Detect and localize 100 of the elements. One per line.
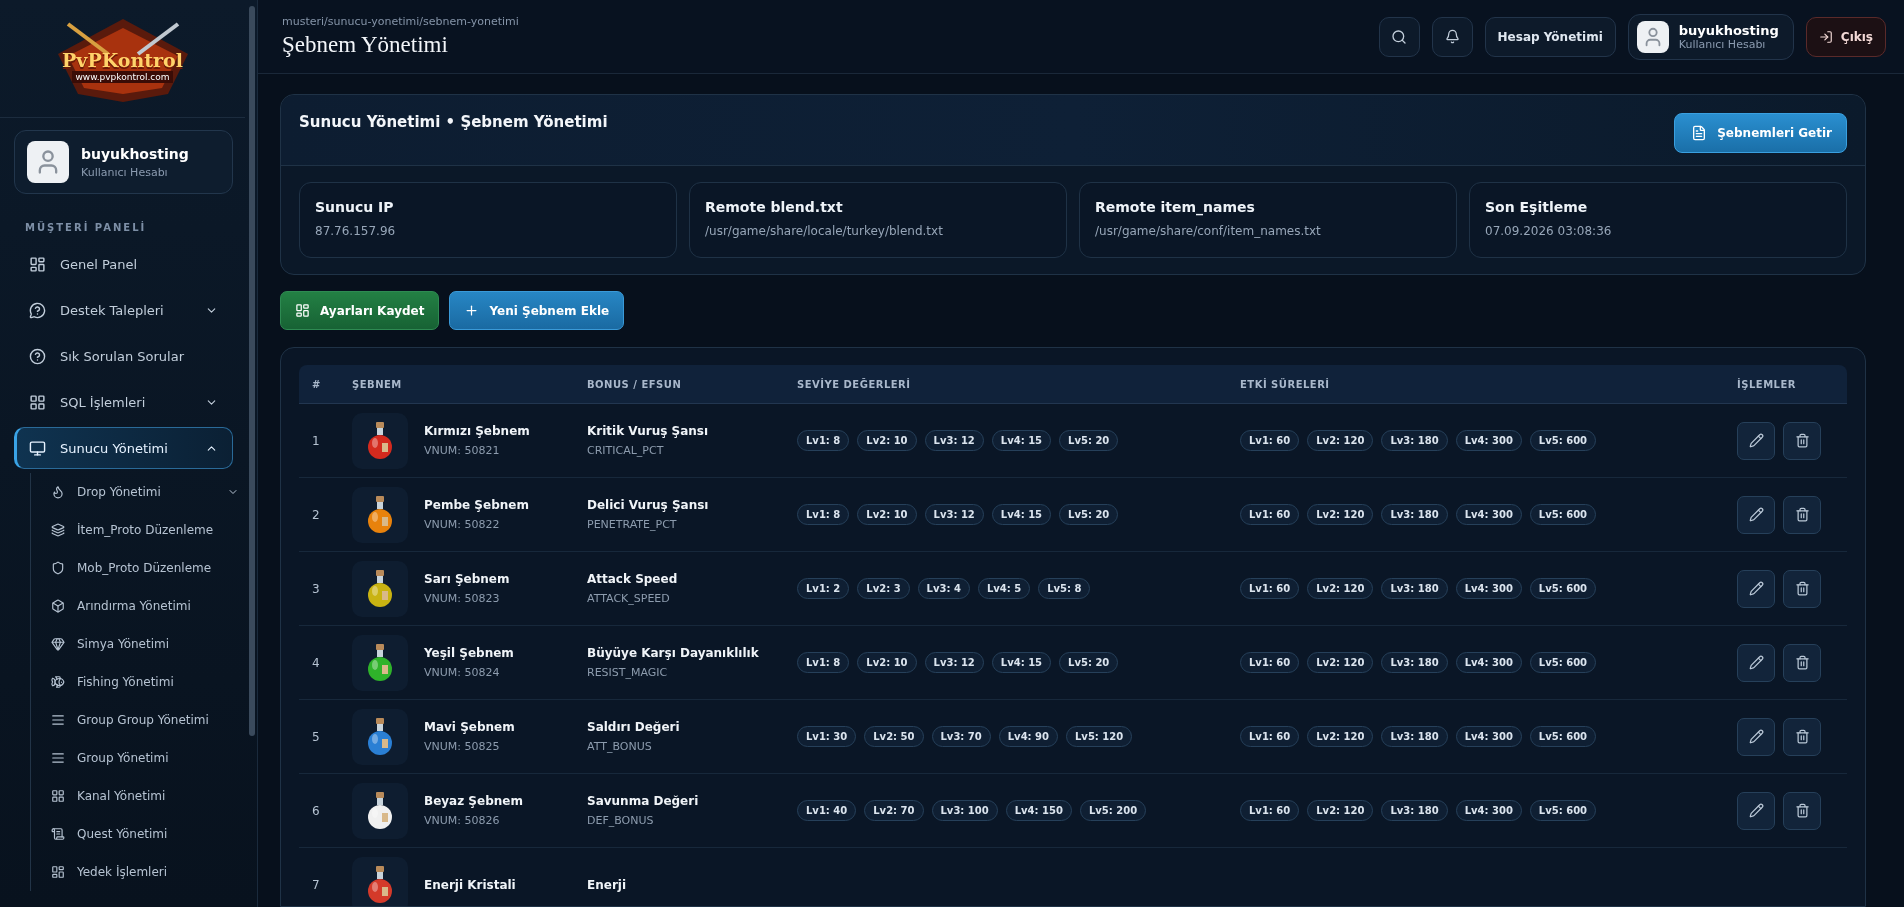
bonus-code: DEF_BONUS xyxy=(587,814,655,827)
level-value: Lv3: 12 xyxy=(924,430,984,451)
nav-item[interactable]: Sık Sorulan Sorular xyxy=(14,335,233,377)
bonus-name: Kritik Vuruş Şansı xyxy=(587,424,709,438)
flame-icon xyxy=(51,485,65,499)
column-header: SEVİYE DEĞERLERİ xyxy=(796,378,912,390)
fetch-button[interactable]: Şebnemleri Getir xyxy=(1674,113,1847,153)
edit-button[interactable] xyxy=(1737,569,1775,608)
list-icon xyxy=(51,751,65,765)
level-value: Lv4: 90 xyxy=(998,726,1058,747)
edit-button[interactable] xyxy=(1737,421,1775,460)
nav-subitem[interactable]: Kanal Yönetimi xyxy=(45,777,239,815)
item-vnum: VNUM: 50823 xyxy=(424,592,501,605)
search-button[interactable] xyxy=(1378,16,1420,57)
pencil-icon xyxy=(1748,655,1764,670)
info-label: Remote item_names xyxy=(1095,199,1256,215)
search-icon xyxy=(1391,28,1408,45)
delete-button[interactable] xyxy=(1783,791,1821,830)
row-number: 4 xyxy=(312,655,320,670)
logout-button[interactable]: Çıkış xyxy=(1805,16,1886,57)
delete-button[interactable] xyxy=(1783,569,1821,608)
nav-subitem[interactable]: Simya Yönetimi xyxy=(45,625,239,663)
question-bubble-icon xyxy=(29,301,46,319)
duration-value: Lv2: 120 xyxy=(1307,430,1374,451)
bell-icon xyxy=(1444,29,1460,44)
user-name: buyukhosting xyxy=(1678,22,1779,38)
edit-button[interactable] xyxy=(1737,495,1775,534)
scrollbar[interactable] xyxy=(249,6,255,736)
nav-subitem[interactable]: Mob_Proto Düzenleme xyxy=(45,549,239,587)
nav-subitem[interactable]: İtem_Proto Düzenleme xyxy=(45,511,239,549)
duration-value: Lv5: 600 xyxy=(1529,800,1597,821)
nav-item[interactable]: SQL İşlemleri xyxy=(14,381,233,423)
user-card[interactable]: buyukhosting Kullanıcı Hesabı xyxy=(1627,13,1794,60)
item-name: Pembe Şebnem xyxy=(424,498,529,512)
row-number: 2 xyxy=(312,507,320,522)
shield-icon xyxy=(51,561,65,575)
nav-subitem[interactable]: Group Yönetimi xyxy=(45,739,239,777)
item-name: Mavi Şebnem xyxy=(424,720,515,734)
level-value: Lv5: 20 xyxy=(1059,504,1119,525)
edit-button[interactable] xyxy=(1737,791,1775,830)
save-button[interactable]: Ayarları Kaydet xyxy=(280,291,440,330)
duration-value: Lv5: 600 xyxy=(1529,726,1597,747)
level-value: Lv4: 150 xyxy=(1005,800,1072,821)
info-value: 87.76.157.96 xyxy=(315,224,397,238)
duration-value: Lv4: 300 xyxy=(1455,578,1522,599)
row-number: 5 xyxy=(312,729,320,744)
level-value: Lv1: 2 xyxy=(797,578,850,599)
item-name: Sarı Şebnem xyxy=(424,572,510,586)
nav-item[interactable]: Destek Talepleri xyxy=(14,289,233,331)
level-value: Lv3: 70 xyxy=(931,726,991,747)
info-label: Son Eşitleme xyxy=(1485,199,1589,215)
nav-subitem[interactable]: Group Group Yönetimi xyxy=(45,701,239,739)
nav-item[interactable]: Genel Panel xyxy=(14,243,233,285)
nav-subitem[interactable]: Drop Yönetimi xyxy=(45,473,239,511)
pencil-icon xyxy=(1748,729,1764,744)
level-value: Lv2: 10 xyxy=(857,504,917,525)
pencil-icon xyxy=(1748,507,1764,522)
edit-button[interactable] xyxy=(1737,643,1775,682)
delete-button[interactable] xyxy=(1783,717,1821,756)
bonus-name: Büyüye Karşı Dayanıklılık xyxy=(587,646,759,660)
bonus-name: Saldırı Değeri xyxy=(587,720,680,734)
level-value: Lv4: 5 xyxy=(977,578,1031,599)
level-value: Lv5: 120 xyxy=(1066,726,1133,747)
bonus-name: Attack Speed xyxy=(587,572,678,586)
nav-subitem[interactable]: Quest Yönetimi xyxy=(45,815,239,853)
level-value: Lv5: 20 xyxy=(1059,652,1119,673)
duration-value: Lv4: 300 xyxy=(1455,652,1522,673)
add-button[interactable]: Yeni Şebnem Ekle xyxy=(449,291,625,330)
delete-button[interactable] xyxy=(1783,495,1821,534)
duration-value: Lv4: 300 xyxy=(1455,800,1522,821)
notifications-button[interactable] xyxy=(1431,16,1473,57)
delete-button[interactable] xyxy=(1783,421,1821,460)
pencil-icon xyxy=(1748,581,1764,596)
duration-value: Lv1: 60 xyxy=(1240,726,1300,747)
item-name: Kırmızı Şebnem xyxy=(424,424,530,438)
user-card[interactable]: buyukhosting Kullanıcı Hesabı xyxy=(14,130,233,194)
duration-value: Lv1: 60 xyxy=(1240,652,1300,673)
delete-button[interactable] xyxy=(1783,643,1821,682)
nav-item[interactable]: Sunucu Yönetimi xyxy=(14,427,233,469)
nav-subitem[interactable]: Fishing Yönetimi xyxy=(45,663,239,701)
help-icon xyxy=(29,347,46,365)
info-label: Sunucu IP xyxy=(315,199,395,215)
grid-icon xyxy=(51,789,65,803)
duration-value: Lv1: 60 xyxy=(1240,430,1300,451)
duration-value: Lv2: 120 xyxy=(1307,726,1374,747)
level-value: Lv3: 100 xyxy=(931,800,998,821)
account-button[interactable]: Hesap Yönetimi xyxy=(1484,16,1616,57)
nav-subitem[interactable]: Arındırma Yönetimi xyxy=(45,587,239,625)
level-value: Lv4: 15 xyxy=(991,430,1052,451)
duration-value: Lv1: 60 xyxy=(1240,504,1300,525)
level-value: Lv3: 12 xyxy=(924,652,984,673)
dashboard-icon xyxy=(29,255,46,273)
column-header: ETKİ SÜRELERİ xyxy=(1239,378,1331,390)
trash-icon xyxy=(1794,433,1810,448)
level-value: Lv2: 70 xyxy=(864,800,924,821)
nav-subitem[interactable]: Yedek İşlemleri xyxy=(45,853,239,891)
column-header: # xyxy=(311,378,322,390)
level-value: Lv5: 8 xyxy=(1038,578,1091,599)
breadcrumb: musteri/sunucu-yonetimi/sebnem-yonetimi xyxy=(282,15,520,28)
edit-button[interactable] xyxy=(1737,717,1775,756)
